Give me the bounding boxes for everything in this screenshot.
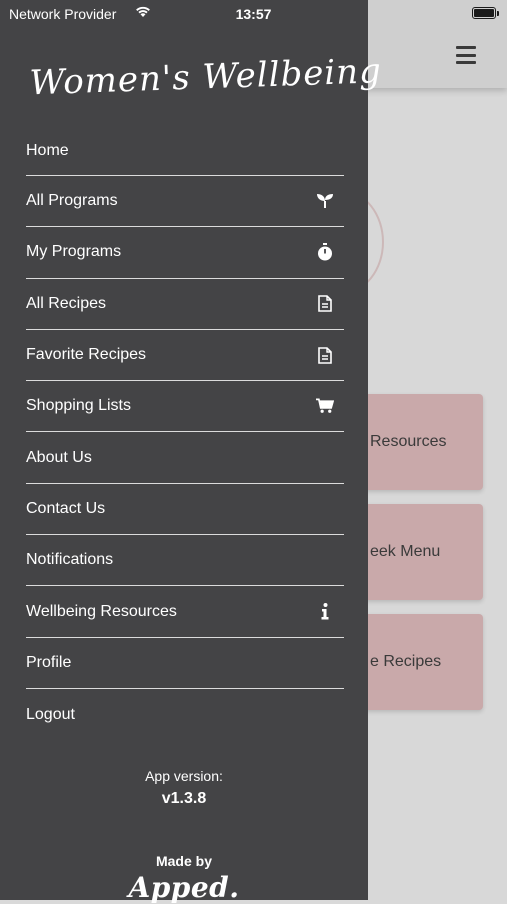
menu-item-label: Shopping Lists (26, 397, 131, 415)
menu-item-label: Home (26, 141, 69, 159)
document-icon (316, 295, 334, 313)
cart-icon (316, 397, 334, 415)
menu-item-label: Contact Us (26, 499, 106, 517)
menu-item-label: About Us (26, 448, 92, 466)
document-icon (316, 346, 334, 364)
menu-item-all-programs[interactable]: All Programs (26, 176, 344, 228)
menu-item-all-recipes[interactable]: All Recipes (26, 279, 344, 330)
app-version-label: App version: (145, 768, 223, 784)
menu-item-my-programs[interactable]: My Programs (26, 227, 344, 279)
app-version-number: v1.3.8 (161, 790, 207, 807)
menu-item-label: Wellbeing Resources (26, 602, 177, 620)
menu-item-home[interactable]: Home (26, 126, 344, 176)
menu-item-logout[interactable]: Logout (26, 689, 344, 740)
menu-item-contact-us[interactable]: Contact Us (26, 484, 344, 536)
hamburger-menu-icon[interactable] (456, 46, 476, 64)
menu-item-label: My Programs (26, 243, 122, 261)
apped-logo[interactable]: Apped. (0, 871, 368, 904)
stopwatch-icon (316, 243, 334, 261)
menu-item-shopping-lists[interactable]: Shopping Lists (26, 381, 344, 433)
app-version-block: App version: v1.3.8 (0, 768, 368, 808)
menu-item-label: Favorite Recipes (26, 346, 147, 364)
card-label: e Recipes (370, 653, 442, 670)
menu-item-label: All Recipes (26, 294, 107, 312)
menu-item-favorite-recipes[interactable]: Favorite Recipes (26, 330, 344, 382)
menu-item-profile[interactable]: Profile (26, 638, 344, 689)
info-icon (316, 603, 334, 621)
menu-item-wellbeing-resources[interactable]: Wellbeing Resources (26, 586, 344, 638)
made-by-block: Made by Apped. (0, 853, 368, 904)
menu-item-label: Notifications (26, 551, 114, 569)
card-label: eek Menu (370, 543, 441, 560)
card-label: Resources (370, 433, 447, 450)
clock: 13:57 (235, 6, 272, 22)
drawer-menu: Home All Programs My Programs All Recipe… (26, 126, 344, 740)
menu-item-label: Profile (26, 653, 72, 671)
menu-item-label: All Programs (26, 192, 118, 210)
menu-item-notifications[interactable]: Notifications (26, 535, 344, 587)
navigation-drawer: Women's Wellbeing Home All Programs My P… (0, 0, 383, 904)
made-by-label: Made by (155, 853, 212, 869)
sprout-icon (316, 192, 334, 210)
battery-icon (472, 7, 499, 19)
app-logo: Women's Wellbeing (28, 51, 383, 104)
menu-item-label: Logout (26, 705, 75, 723)
menu-item-about-us[interactable]: About Us (26, 432, 344, 484)
status-bar: Network Provider 13:57 (0, 0, 507, 28)
